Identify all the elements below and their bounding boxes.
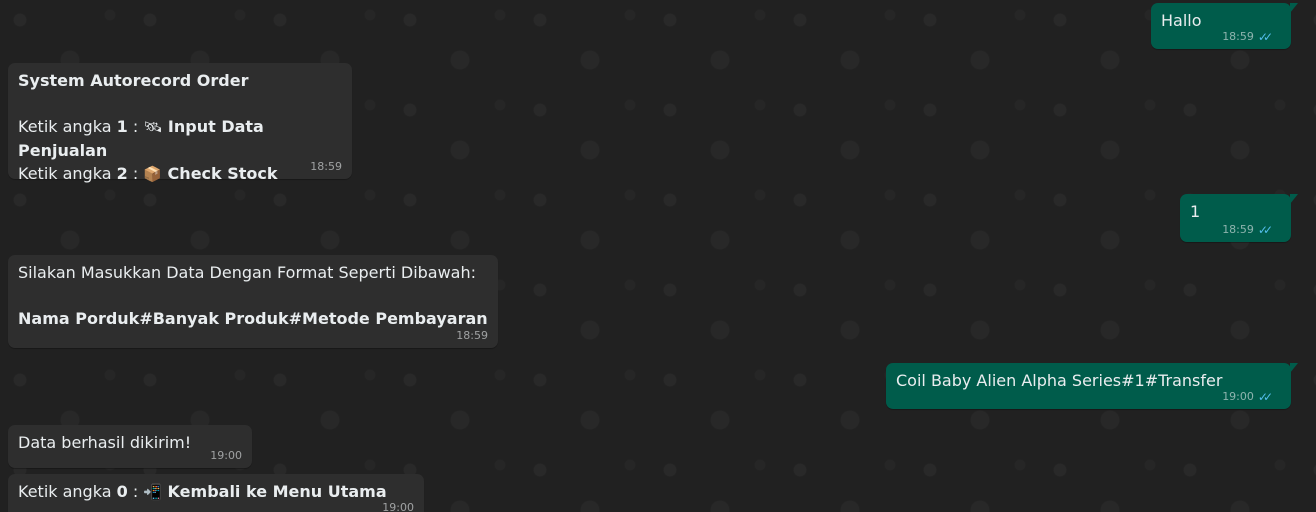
option-number: 0 — [116, 482, 128, 501]
message-incoming-back[interactable]: Ketik angka 0 : 📲 Kembali ke Menu Utama … — [8, 474, 424, 512]
message-meta: 18:59 ✓✓ — [1222, 30, 1273, 44]
package-icon: 📦 — [143, 165, 162, 183]
option-number: 2 — [116, 164, 128, 183]
message-time: 18:59 — [1222, 223, 1254, 236]
satellite-icon: 🛰 — [143, 118, 163, 136]
message-meta: 18:59 ✓✓ — [1222, 223, 1273, 237]
message-outgoing-order[interactable]: Coil Baby Alien Alpha Series#1#Transfer … — [886, 363, 1298, 409]
message-text: Hallo — [1161, 11, 1202, 30]
message-text: Data berhasil dikirim! — [18, 433, 192, 452]
menu-option-1: Ketik angka 1 : 🛰 Input Data Penjualan — [18, 115, 342, 162]
option-label: Kembali ke Menu Utama — [161, 482, 387, 501]
option-separator: : — [127, 482, 144, 501]
option-separator: : — [127, 117, 144, 136]
message-time: 19:00 — [382, 501, 414, 512]
menu-option-0: Ketik angka 0 : 📲 Kembali ke Menu Utama — [18, 480, 414, 504]
message-incoming-success[interactable]: Data berhasil dikirim! 19:00 — [8, 425, 252, 468]
message-meta: 19:00 ✓✓ — [1222, 390, 1273, 404]
option-separator: : — [127, 164, 144, 183]
double-check-icon: ✓✓ — [1257, 223, 1273, 237]
message-time: 18:59 — [1222, 30, 1254, 43]
message-outgoing-hallo[interactable]: Hallo 18:59 ✓✓ — [1151, 3, 1298, 49]
message-time: 19:00 — [210, 449, 242, 462]
message-text: Coil Baby Alien Alpha Series#1#Transfer — [896, 371, 1223, 390]
message-incoming-format[interactable]: Silakan Masukkan Data Dengan Format Sepe… — [8, 255, 498, 348]
message-text: 1 — [1190, 202, 1201, 221]
option-prefix: Ketik angka — [18, 482, 117, 501]
message-meta: 18:59 — [456, 330, 488, 342]
message-time: 18:59 — [456, 329, 488, 342]
message-time: 19:00 — [1222, 390, 1254, 403]
option-prefix: Ketik angka — [18, 164, 117, 183]
message-text: Silakan Masukkan Data Dengan Format Sepe… — [18, 263, 477, 282]
message-meta: 19:00 — [210, 450, 242, 462]
message-incoming-menu[interactable]: System Autorecord Order Ketik angka 1 : … — [8, 63, 352, 183]
menu-title: System Autorecord Order — [18, 71, 249, 90]
menu-option-2: Ketik angka 2 : 📦 Check Stock — [18, 162, 342, 186]
mobile-arrow-icon: 📲 — [143, 483, 162, 501]
message-meta: 18:59 — [310, 161, 342, 173]
message-time: 18:59 — [310, 160, 342, 173]
option-label: Check Stock — [161, 164, 278, 183]
double-check-icon: ✓✓ — [1257, 390, 1273, 404]
chat-panel: Hallo 18:59 ✓✓ System Autorecord Order K… — [0, 0, 1316, 512]
option-prefix: Ketik angka — [18, 117, 117, 136]
message-meta: 19:00 — [382, 502, 414, 512]
message-outgoing-1[interactable]: 1 18:59 ✓✓ — [1180, 194, 1298, 242]
option-number: 1 — [116, 117, 128, 136]
message-format-line: Nama Porduk#Banyak Produk#Metode Pembaya… — [18, 309, 488, 328]
double-check-icon: ✓✓ — [1257, 30, 1273, 44]
